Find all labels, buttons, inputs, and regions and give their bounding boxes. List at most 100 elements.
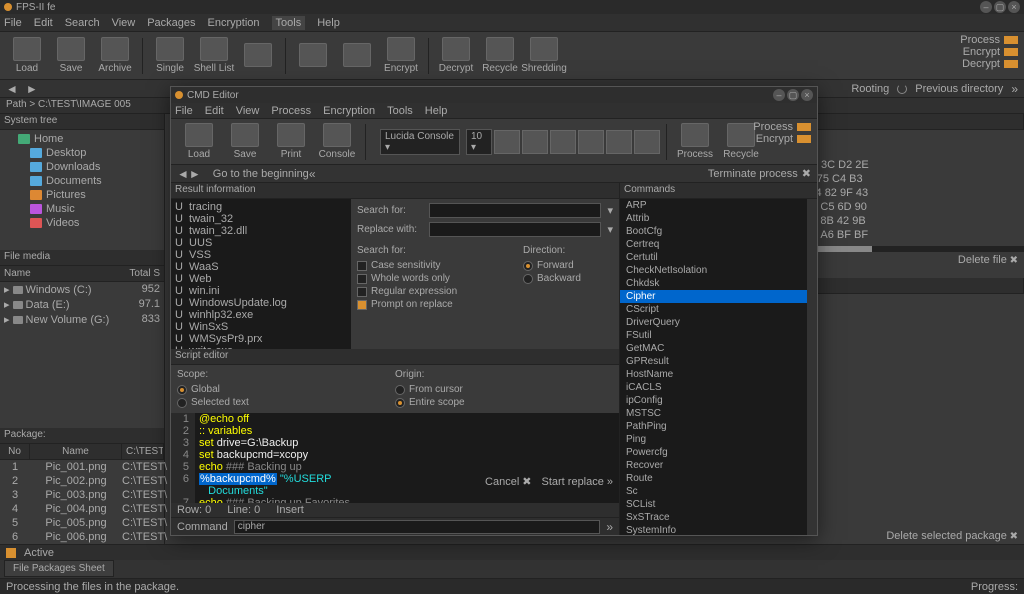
script-editor[interactable]: 1@echo off 2:: variables 3set drive=G:\B… bbox=[171, 413, 619, 503]
maximize-button[interactable]: ▢ bbox=[994, 1, 1006, 13]
dir-1[interactable]: Backward bbox=[523, 272, 613, 285]
package-row[interactable]: 2Pic_002.pngC:\TEST\ bbox=[0, 474, 164, 488]
tool-button[interactable] bbox=[292, 43, 334, 69]
cmd-mstsc[interactable]: MSTSC bbox=[620, 407, 807, 420]
tree-downloads[interactable]: Downloads bbox=[2, 160, 162, 174]
orig-1[interactable]: Entire scope bbox=[395, 396, 613, 409]
Archive-button[interactable]: Archive bbox=[94, 37, 136, 74]
cmd-gpresult[interactable]: GPResult bbox=[620, 355, 807, 368]
undo-icon[interactable] bbox=[494, 130, 520, 154]
tree-videos[interactable]: Videos bbox=[2, 216, 162, 230]
dlg-load-button[interactable]: Load bbox=[177, 123, 221, 160]
command-run[interactable]: » bbox=[606, 520, 613, 534]
commands-scrollbar[interactable] bbox=[807, 199, 817, 535]
tool-button[interactable] bbox=[237, 43, 279, 69]
tree-home[interactable]: Home bbox=[2, 132, 162, 146]
Decrypt-button[interactable]: Decrypt bbox=[435, 37, 477, 74]
package-row[interactable]: 6Pic_006.pngC:\TEST\ bbox=[0, 530, 164, 544]
cmd-ipconfig[interactable]: ipConfig bbox=[620, 394, 807, 407]
Load-button[interactable]: Load bbox=[6, 37, 48, 74]
cmd-hostname[interactable]: HostName bbox=[620, 368, 807, 381]
cmd-recover[interactable]: Recover bbox=[620, 459, 807, 472]
dlg-menu-tools[interactable]: Tools bbox=[387, 105, 413, 117]
cmd-checknetisolation[interactable]: CheckNetIsolation bbox=[620, 264, 807, 277]
cancel-button[interactable]: Cancel ✖ bbox=[485, 475, 531, 488]
dlg-print-button[interactable]: Print bbox=[269, 123, 313, 160]
search-dd[interactable]: ▾ bbox=[607, 204, 613, 217]
drive-row[interactable]: ▸New Volume (G:)833 bbox=[0, 312, 164, 327]
dlg-menu-file[interactable]: File bbox=[175, 105, 193, 117]
replace-input[interactable] bbox=[429, 222, 601, 237]
dlg-menu-process[interactable]: Process bbox=[271, 105, 311, 117]
Recycle-button[interactable]: Recycle bbox=[479, 37, 521, 74]
minimize-button[interactable]: – bbox=[980, 1, 992, 13]
menu-encryption[interactable]: Encryption bbox=[208, 17, 260, 29]
cmd-ping[interactable]: Ping bbox=[620, 433, 807, 446]
cmd-certutil[interactable]: Certutil bbox=[620, 251, 807, 264]
cmd-powercfg[interactable]: Powercfg bbox=[620, 446, 807, 459]
menu-tools[interactable]: Tools bbox=[272, 16, 306, 30]
cmd-certreq[interactable]: Certreq bbox=[620, 238, 807, 251]
go-beginning[interactable]: Go to the beginning bbox=[213, 168, 309, 180]
dlg-maximize[interactable]: ▢ bbox=[787, 89, 799, 101]
nav-back[interactable]: ◄ bbox=[6, 82, 18, 96]
replace-dd[interactable]: ▾ bbox=[607, 223, 613, 236]
cmd-arp[interactable]: ARP bbox=[620, 199, 807, 212]
font-select[interactable]: Lucida Console ▾ bbox=[380, 129, 460, 155]
cmd-getmac[interactable]: GetMAC bbox=[620, 342, 807, 355]
cmd-sc[interactable]: Sc bbox=[620, 485, 807, 498]
close-button[interactable]: × bbox=[1008, 1, 1020, 13]
prev-dir[interactable]: Previous directory bbox=[915, 83, 1003, 95]
paste-icon[interactable] bbox=[606, 130, 632, 154]
dlg-menu-view[interactable]: View bbox=[236, 105, 260, 117]
dlg-menu-help[interactable]: Help bbox=[425, 105, 448, 117]
cmd-route[interactable]: Route bbox=[620, 472, 807, 485]
dlg-close[interactable]: × bbox=[801, 89, 813, 101]
cmd-attrib[interactable]: Attrib bbox=[620, 212, 807, 225]
dlg-back[interactable]: ◄ bbox=[177, 167, 189, 181]
menu-packages[interactable]: Packages bbox=[147, 17, 195, 29]
menu-edit[interactable]: Edit bbox=[34, 17, 53, 29]
opt-2[interactable]: Regular expression bbox=[357, 285, 513, 298]
cmd-fsutil[interactable]: FSutil bbox=[620, 329, 807, 342]
dlg-menu-encryption[interactable]: Encryption bbox=[323, 105, 375, 117]
prev-dir-icon[interactable]: » bbox=[1011, 82, 1018, 96]
scope-1[interactable]: Selected text bbox=[177, 396, 395, 409]
cmd-bootcfg[interactable]: BootCfg bbox=[620, 225, 807, 238]
dlg-minimize[interactable]: – bbox=[773, 89, 785, 101]
copy-icon[interactable] bbox=[578, 130, 604, 154]
menu-search[interactable]: Search bbox=[65, 17, 100, 29]
active-check[interactable] bbox=[6, 548, 16, 558]
cmd-sxstrace[interactable]: SxSTrace bbox=[620, 511, 807, 524]
menu-help[interactable]: Help bbox=[317, 17, 340, 29]
tree-desktop[interactable]: Desktop bbox=[2, 146, 162, 160]
menu-file[interactable]: File bbox=[4, 17, 22, 29]
search-input[interactable] bbox=[429, 203, 601, 218]
dlg-menu-edit[interactable]: Edit bbox=[205, 105, 224, 117]
tree-music[interactable]: Music bbox=[2, 202, 162, 216]
drive-row[interactable]: ▸Windows (C:)952 bbox=[0, 282, 164, 297]
start-replace-button[interactable]: Start replace » bbox=[542, 475, 614, 488]
package-row[interactable]: 4Pic_004.pngC:\TEST\ bbox=[0, 502, 164, 516]
result-list[interactable]: U tracingU twain_32U twain_32.dllU UUSU … bbox=[171, 199, 351, 349]
opt-1[interactable]: Whole words only bbox=[357, 272, 513, 285]
cmd-chkdsk[interactable]: Chkdsk bbox=[620, 277, 807, 290]
terminate-process[interactable]: Terminate process bbox=[708, 168, 798, 180]
cmd-icacls[interactable]: iCACLS bbox=[620, 381, 807, 394]
scope-0[interactable]: Global bbox=[177, 383, 395, 396]
tab-file-packages[interactable]: File Packages Sheet bbox=[4, 560, 114, 577]
orig-0[interactable]: From cursor bbox=[395, 383, 613, 396]
menu-view[interactable]: View bbox=[112, 17, 136, 29]
dlg-save-button[interactable]: Save bbox=[223, 123, 267, 160]
redo-icon[interactable] bbox=[522, 130, 548, 154]
dir-0[interactable]: Forward bbox=[523, 259, 613, 272]
fontsize-select[interactable]: 10 ▾ bbox=[466, 129, 492, 155]
tree-pictures[interactable]: Pictures bbox=[2, 188, 162, 202]
Save-button[interactable]: Save bbox=[50, 37, 92, 74]
cmd-cscript[interactable]: CScript bbox=[620, 303, 807, 316]
opt-3[interactable]: Prompt on replace bbox=[357, 298, 513, 311]
cmd-systeminfo[interactable]: SystemInfo bbox=[620, 524, 807, 535]
delete-icon[interactable] bbox=[634, 130, 660, 154]
Single-button[interactable]: Single bbox=[149, 37, 191, 74]
drive-row[interactable]: ▸Data (E:)97.1 bbox=[0, 297, 164, 312]
